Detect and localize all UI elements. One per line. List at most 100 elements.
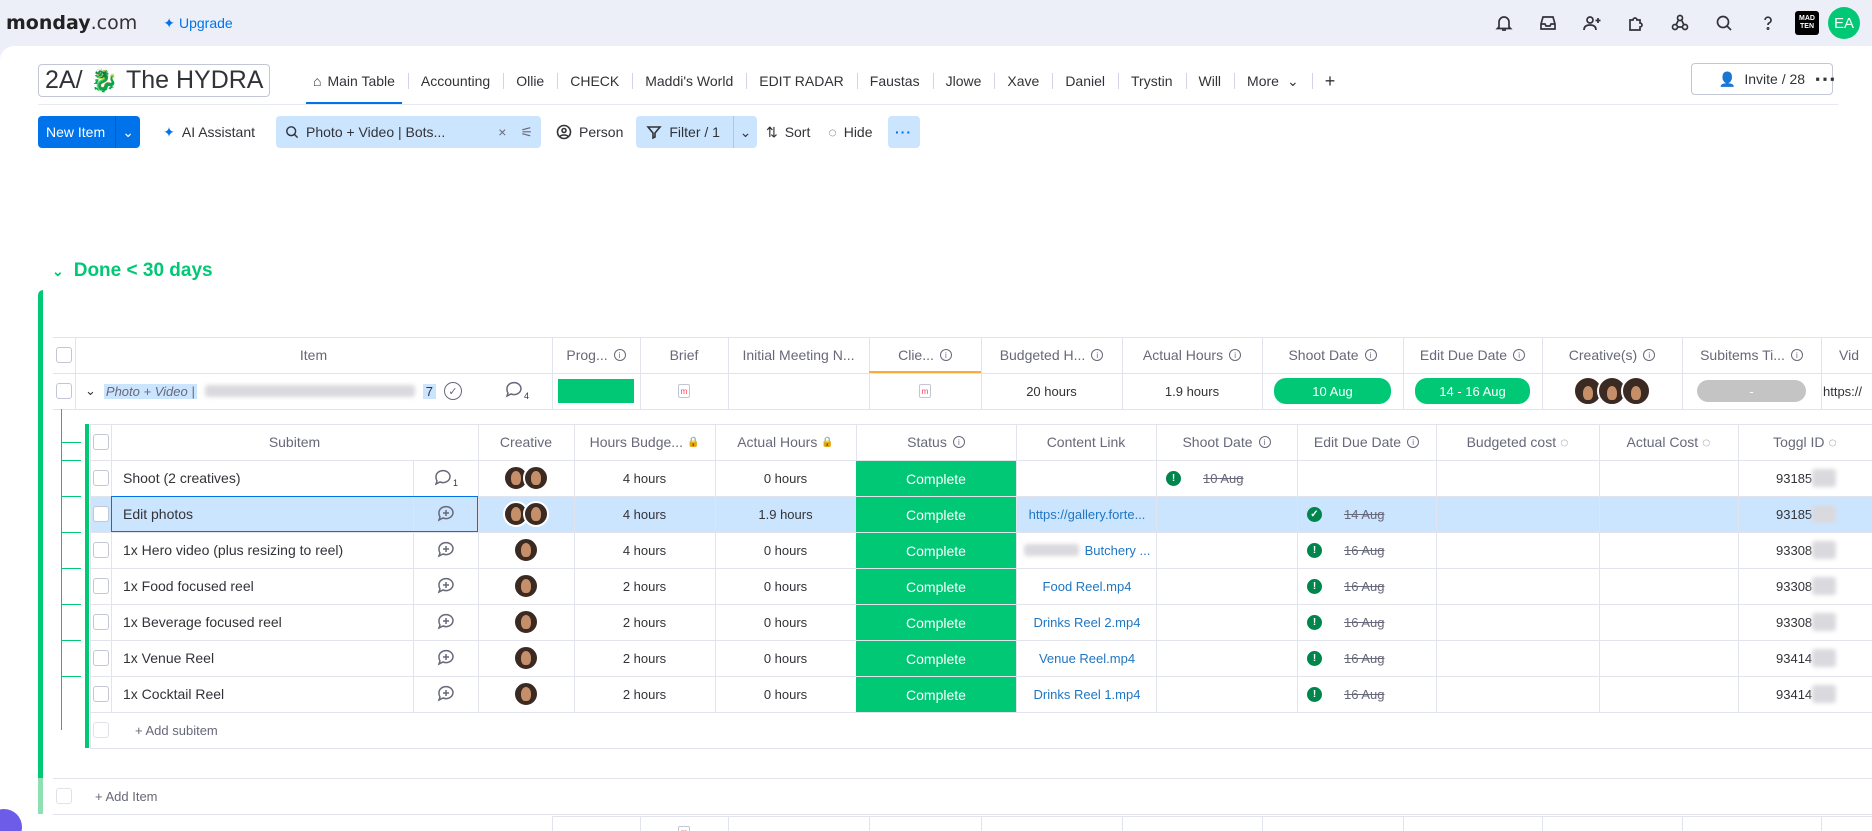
add-item-button[interactable]: + Add Item (95, 778, 295, 814)
info-icon[interactable]: i (1364, 349, 1377, 361)
subitems-select-all[interactable] (90, 424, 111, 460)
subitem-creative-avatars[interactable] (478, 460, 574, 496)
avatar[interactable] (513, 645, 539, 671)
subitem-creative-avatars[interactable] (478, 532, 574, 568)
avatar[interactable] (513, 573, 539, 599)
info-icon[interactable]: i (1643, 349, 1656, 361)
subitem-edit-due[interactable]: ✓ 14 Aug (1307, 496, 1436, 532)
subitem-checkbox[interactable] (90, 676, 111, 712)
subitem-name[interactable]: 1x Food focused reel (123, 568, 413, 604)
new-item-button[interactable]: New Item ⌄ (38, 116, 141, 148)
subitem-edit-due[interactable]: ! 16 Aug (1307, 532, 1436, 568)
subitem-edit-due[interactable]: ! 16 Aug (1307, 604, 1436, 640)
subitem-updates-icon[interactable] (413, 640, 478, 676)
ai-assistant-button[interactable]: ✦ AI Assistant (154, 116, 264, 148)
subitem-updates-icon[interactable] (413, 568, 478, 604)
search-input[interactable]: Photo + Video | Bots... × ⚟ (276, 116, 542, 148)
tab-trystin[interactable]: Trystin (1118, 64, 1185, 98)
subitem-creative-avatars[interactable] (478, 604, 574, 640)
integrations-icon[interactable] (1658, 0, 1702, 46)
item-name-cell[interactable]: ⌄ Photo + Video | 7 ✓ 4 (75, 373, 552, 409)
tab-xave[interactable]: Xave (994, 64, 1052, 98)
info-icon[interactable]: i (939, 349, 952, 361)
expand-subitems-icon[interactable]: ⌄ (85, 383, 96, 399)
link-text[interactable]: Food Reel.mp4 (1043, 579, 1132, 594)
group-header[interactable]: ⌄ Done < 30 days (52, 260, 213, 282)
creatives-avatars[interactable] (1542, 373, 1682, 409)
info-icon[interactable]: i (1407, 436, 1420, 448)
board-name[interactable]: 2A/ 🐉 The HYDRA (38, 64, 271, 97)
updates-icon[interactable] (504, 380, 524, 403)
subitem-status[interactable]: Complete (856, 461, 1016, 496)
subitem-name[interactable]: 1x Venue Reel (123, 640, 413, 676)
info-icon[interactable]: i (952, 436, 965, 448)
video-link[interactable]: https:// (1823, 373, 1872, 409)
subitem-status[interactable]: Complete (856, 605, 1016, 640)
subitem-checkbox[interactable] (90, 496, 111, 532)
select-all-checkbox[interactable] (53, 337, 75, 373)
sort-button[interactable]: ⇅ Sort (757, 116, 819, 148)
subitem-content-link[interactable] (1022, 460, 1152, 496)
subitem-checkbox[interactable] (90, 604, 111, 640)
subitem-status[interactable]: Complete (856, 569, 1016, 604)
subitem-name[interactable]: 1x Hero video (plus resizing to reel) (123, 532, 413, 568)
invite-members-icon[interactable] (1570, 0, 1614, 46)
client-doc-icon[interactable]: m (869, 373, 981, 409)
avatar[interactable] (513, 681, 539, 707)
filter-button[interactable]: Filter / 1 ⌄ (636, 116, 757, 148)
shoot-date-pill[interactable]: 10 Aug (1274, 378, 1391, 404)
user-avatar[interactable]: EA (1828, 7, 1860, 39)
subitem-checkbox[interactable] (90, 640, 111, 676)
tab-jlowe[interactable]: Jlowe (932, 64, 995, 98)
apps-puzzle-icon[interactable] (1614, 0, 1658, 46)
brief-doc-icon[interactable]: m (640, 373, 728, 409)
subitem-content-link[interactable]: Drinks Reel 1.mp4 (1022, 676, 1152, 712)
subitem-name[interactable]: 1x Cocktail Reel (123, 676, 413, 712)
notifications-bell-icon[interactable] (1482, 0, 1526, 46)
avatar[interactable] (1621, 376, 1651, 406)
clear-search-icon[interactable]: × (498, 124, 506, 140)
tab-maddis-world[interactable]: Maddi's World (632, 64, 746, 98)
tab-will[interactable]: Will (1185, 64, 1235, 98)
subitem-updates-icon[interactable] (413, 532, 478, 568)
upgrade-button[interactable]: ✦ Upgrade (163, 15, 232, 32)
avatar[interactable] (523, 465, 549, 491)
inbox-icon[interactable] (1526, 0, 1570, 46)
subitem-content-link[interactable]: Drinks Reel 2.mp4 (1022, 604, 1152, 640)
subitem-name[interactable]: Shoot (2 creatives) (123, 460, 413, 496)
tab-main-table[interactable]: ⌂ Main Table (300, 64, 408, 104)
tab-ollie[interactable]: Ollie (503, 64, 557, 98)
subitem-status[interactable]: Complete (856, 677, 1016, 712)
more-actions-button[interactable]: ··· (887, 116, 920, 148)
board-menu-icon[interactable]: ⋯ (1814, 66, 1837, 92)
avatar[interactable] (513, 609, 539, 635)
subitem-edit-due[interactable]: ! 16 Aug (1307, 676, 1436, 712)
subitem-content-link[interactable]: Venue Reel.mp4 (1022, 640, 1152, 676)
chevron-down-icon[interactable]: ⌄ (732, 116, 757, 148)
tab-daniel[interactable]: Daniel (1052, 64, 1118, 98)
info-icon[interactable]: i (1229, 349, 1242, 361)
chevron-down-icon[interactable]: ⌄ (52, 263, 64, 280)
search-settings-icon[interactable]: ⚟ (520, 124, 533, 141)
chevron-down-icon[interactable]: ⌄ (116, 124, 140, 141)
avatar[interactable] (523, 501, 549, 527)
subitem-creative-avatars[interactable] (478, 640, 574, 676)
link-text[interactable]: Drinks Reel 2.mp4 (1034, 615, 1141, 630)
monday-logo[interactable]: monday.com (6, 12, 137, 34)
subitem-creative-avatars[interactable] (478, 676, 574, 712)
subitem-updates-icon[interactable] (413, 604, 478, 640)
link-text[interactable]: Butchery ... (1085, 543, 1151, 558)
avatar[interactable] (513, 537, 539, 563)
add-view-button[interactable]: + (1311, 64, 1349, 98)
link-text[interactable]: Drinks Reel 1.mp4 (1034, 687, 1141, 702)
info-icon[interactable]: i (1513, 349, 1526, 361)
link-text[interactable]: Venue Reel.mp4 (1039, 651, 1135, 666)
tab-check[interactable]: CHECK (557, 64, 632, 98)
subitem-checkbox[interactable] (90, 568, 111, 604)
subitem-updates-icon[interactable] (413, 496, 478, 532)
tab-more[interactable]: More ⌄ (1234, 64, 1312, 98)
tab-faustas[interactable]: Faustas (856, 64, 933, 98)
check-circle-icon[interactable]: ✓ (443, 382, 462, 400)
help-icon[interactable] (1746, 0, 1790, 46)
subitem-status[interactable]: Complete (856, 641, 1016, 676)
